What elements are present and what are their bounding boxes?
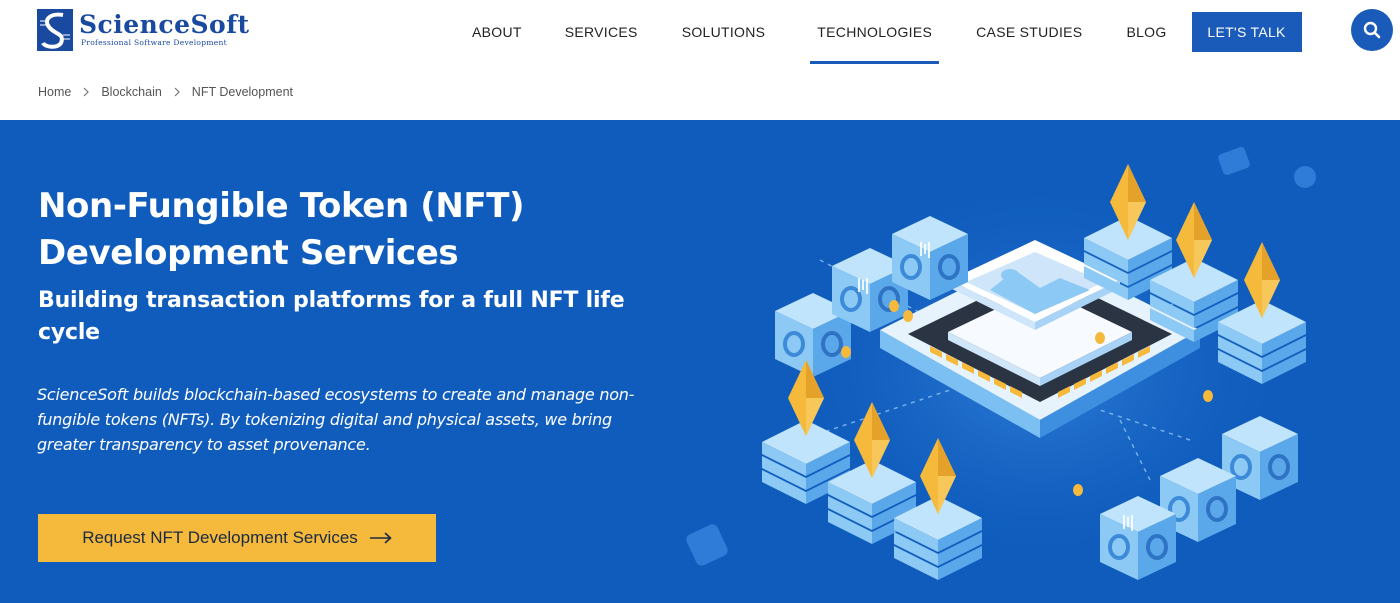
breadcrumb-home[interactable]: Home [38, 85, 71, 99]
breadcrumb-current: NFT Development [191, 85, 293, 99]
search-icon [1363, 21, 1381, 39]
sciencesoft-logo[interactable]: ScienceSoft Professional Software Develo… [37, 7, 257, 53]
logo-tagline: Professional Software Development [81, 38, 227, 47]
site-header: ScienceSoft Professional Software Develo… [0, 0, 1400, 64]
nav-services[interactable]: SERVICES [565, 0, 638, 64]
search-button[interactable] [1351, 9, 1393, 51]
arrow-right-icon [369, 532, 392, 544]
hero-description: ScienceSoft builds blockchain-based ecos… [37, 385, 635, 454]
nav-blog[interactable]: BLOG [1126, 0, 1166, 64]
main-nav: ABOUT SERVICES SOLUTIONS TECHNOLOGIES CA… [450, 0, 1302, 64]
breadcrumb-blockchain[interactable]: Blockchain [101, 85, 161, 99]
request-nft-services-button[interactable]: Request NFT Development Services [38, 514, 436, 562]
hero-subtitle: Building transaction platforms for a ful… [38, 288, 625, 345]
nft-blockchain-illustration [686, 147, 1316, 582]
nav-technologies[interactable]: TECHNOLOGIES [810, 0, 939, 64]
hero-cta-label: Request NFT Development Services [82, 528, 358, 547]
hero-section: Non-Fungible Token (NFT) Development Ser… [0, 120, 1400, 603]
chevron-right-icon [174, 87, 180, 97]
nav-about[interactable]: ABOUT [472, 0, 522, 64]
breadcrumb: Home Blockchain NFT Development [38, 85, 293, 99]
logo-name: ScienceSoft [79, 10, 250, 39]
page-title: Non-Fungible Token (NFT) Development Ser… [38, 186, 525, 273]
logo-mark-icon [37, 9, 73, 51]
chevron-right-icon [83, 87, 90, 97]
lets-talk-button[interactable]: LET'S TALK [1191, 12, 1302, 52]
nav-solutions[interactable]: SOLUTIONS [682, 0, 766, 64]
nav-case-studies[interactable]: CASE STUDIES [976, 0, 1082, 64]
